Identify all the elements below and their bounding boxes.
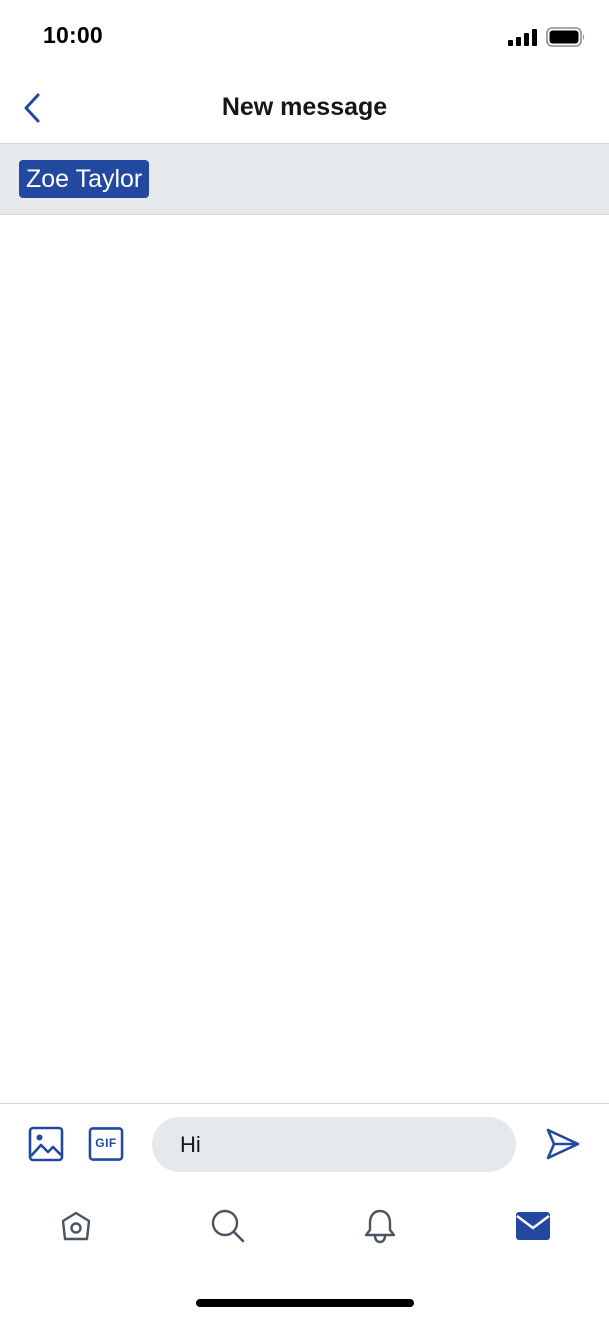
tab-search[interactable] [206,1204,250,1248]
gif-label: GIF [95,1136,117,1150]
recipient-chip[interactable]: Zoe Taylor [19,160,150,198]
send-icon [546,1128,580,1160]
image-icon [28,1126,64,1162]
page-title: New message [221,93,388,121]
home-icon [61,1211,91,1241]
envelope-icon [516,1212,550,1240]
message-thread-area [0,215,609,1103]
battery-icon [546,27,585,47]
tab-home[interactable] [54,1204,98,1248]
message-input[interactable] [152,1117,516,1172]
add-gif-button[interactable]: GIF [88,1126,124,1162]
send-button[interactable] [544,1126,582,1162]
tab-messages[interactable] [511,1204,555,1248]
recipient-bar[interactable]: Zoe Taylor [0,144,609,215]
search-icon [211,1209,245,1243]
tab-notifications[interactable] [358,1204,402,1248]
add-image-button[interactable] [28,1126,64,1162]
status-bar: 10:00 [0,0,609,76]
status-time: 10:00 [43,22,103,48]
cellular-signal-icon [508,29,538,46]
tab-bar [0,1186,609,1266]
message-composer: GIF [0,1103,609,1186]
home-indicator[interactable] [196,1299,414,1307]
header: New message [0,76,609,144]
bell-icon [364,1209,396,1244]
